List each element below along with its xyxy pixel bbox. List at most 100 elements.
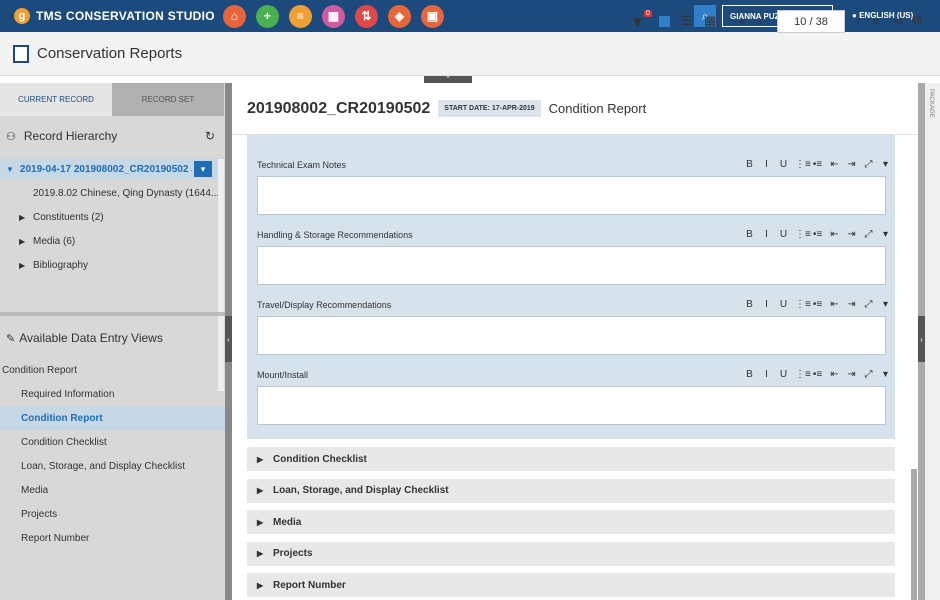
- italic-button[interactable]: I: [761, 299, 772, 310]
- last-record-button[interactable]: »: [872, 13, 879, 28]
- view-item-projects[interactable]: Projects: [0, 502, 225, 526]
- indent-button[interactable]: ⇥: [846, 299, 857, 310]
- caret-right-icon: ▶: [257, 454, 264, 464]
- add-icon[interactable]: +: [255, 4, 279, 28]
- underline-button[interactable]: U: [778, 369, 789, 380]
- outdent-button[interactable]: ⇤: [829, 299, 840, 310]
- expand-icon[interactable]: ⤢: [863, 369, 874, 380]
- view-item-condition-report[interactable]: Condition Report: [0, 406, 225, 430]
- outdent-button[interactable]: ⇤: [829, 159, 840, 170]
- bold-button[interactable]: B: [744, 299, 755, 310]
- italic-button[interactable]: I: [761, 229, 772, 240]
- left-collapse-gutter[interactable]: ‹: [225, 83, 232, 600]
- view-item-condition-checklist[interactable]: Condition Checklist: [0, 430, 225, 454]
- view-root-condition-report[interactable]: Condition Report: [0, 358, 225, 382]
- bullet-list-button[interactable]: •≡: [812, 369, 823, 380]
- tab-record-set[interactable]: RECORD SET: [112, 83, 224, 116]
- package-panel-tab[interactable]: PACKAGE: [925, 83, 940, 600]
- main-scrollbar[interactable]: [911, 469, 917, 600]
- numbered-list-button[interactable]: ⋮≡: [795, 369, 811, 380]
- italic-button[interactable]: I: [761, 369, 772, 380]
- sort-icon[interactable]: ⇅: [354, 4, 378, 28]
- view-item-media[interactable]: Media: [0, 478, 225, 502]
- text-editor[interactable]: [257, 316, 886, 355]
- record-hierarchy-title: Record Hierarchy: [23, 129, 118, 143]
- gallery-icon[interactable]: ▦: [321, 4, 345, 28]
- italic-button[interactable]: I: [761, 159, 772, 170]
- section-report-number[interactable]: ▶ Report Number: [247, 573, 895, 597]
- outdent-button[interactable]: ⇤: [829, 369, 840, 380]
- expand-icon[interactable]: ⤢: [863, 299, 874, 310]
- bullet-list-button[interactable]: •≡: [812, 159, 823, 170]
- tree-item-media[interactable]: ▶ Media (6): [0, 231, 218, 251]
- section-media[interactable]: ▶ Media: [247, 510, 895, 534]
- bullet-list-button[interactable]: •≡: [812, 229, 823, 240]
- language-selector[interactable]: ● ENGLISH (US): [852, 11, 913, 20]
- more-options-icon[interactable]: ▾: [880, 299, 891, 310]
- field-label: Mount/Install: [257, 370, 309, 380]
- home-icon[interactable]: ⌂: [222, 4, 246, 28]
- list-view-icon[interactable]: ☰: [681, 13, 693, 29]
- previous-record-button[interactable]: ‹: [758, 13, 762, 28]
- expand-icon[interactable]: ⤢: [863, 229, 874, 240]
- caret-right-icon: ▶: [257, 549, 264, 558]
- bold-button[interactable]: B: [744, 159, 755, 170]
- underline-button[interactable]: U: [778, 159, 789, 170]
- report-icon: [13, 44, 29, 63]
- tree-selected-record[interactable]: ▼ 2019-04-17 201908002_CR20190502 Jul ▾: [0, 159, 218, 179]
- right-collapse-gutter[interactable]: ›: [918, 83, 925, 600]
- media-icon[interactable]: ▣: [420, 4, 444, 28]
- numbered-list-button[interactable]: ⋮≡: [795, 229, 811, 240]
- more-options-icon[interactable]: ▾: [880, 159, 891, 170]
- section-loan-storage-and-display-checklist[interactable]: ▶ Loan, Storage, and Display Checklist: [247, 478, 895, 503]
- first-record-button[interactable]: «: [739, 13, 746, 28]
- text-editor[interactable]: [257, 246, 886, 285]
- tree-item-constituents[interactable]: ▶ Constituents (2): [0, 207, 218, 227]
- section-projects[interactable]: ▶ Projects: [247, 541, 895, 566]
- numbered-list-button[interactable]: ⋮≡: [795, 159, 811, 170]
- refresh-icon[interactable]: ↻: [205, 129, 215, 143]
- tab-current-record[interactable]: CURRENT RECORD: [0, 83, 112, 116]
- indent-button[interactable]: ⇥: [846, 159, 857, 170]
- record-pager[interactable]: 10 / 38: [777, 10, 845, 33]
- tree-item-bibliography[interactable]: ▶ Bibliography: [0, 255, 218, 275]
- external-link-icon[interactable]: ⧉: [912, 12, 921, 28]
- record-dropdown-button[interactable]: ▾: [194, 161, 212, 177]
- hierarchy-scrollbar[interactable]: [218, 159, 224, 391]
- indent-button[interactable]: ⇥: [846, 369, 857, 380]
- page-header: Conservation Reports: [0, 32, 940, 76]
- outdent-button[interactable]: ⇤: [829, 229, 840, 240]
- numbered-list-button[interactable]: ⋮≡: [795, 299, 811, 310]
- section-label: Loan, Storage, and Display Checklist: [273, 485, 449, 496]
- tree-object[interactable]: 2019.8.02 Chinese, Qing Dynasty (1644...: [0, 183, 218, 203]
- underline-button[interactable]: U: [778, 299, 789, 310]
- more-options-icon[interactable]: ▾: [880, 229, 891, 240]
- bold-button[interactable]: B: [744, 229, 755, 240]
- grid-view-icon[interactable]: ▦: [704, 13, 716, 29]
- layers-icon[interactable]: ◈: [387, 4, 411, 28]
- single-view-icon[interactable]: [659, 16, 670, 27]
- view-item-required-information[interactable]: Required Information: [0, 382, 225, 406]
- next-record-button[interactable]: ›: [856, 13, 860, 28]
- language-label: ENGLISH (US): [859, 11, 914, 20]
- field-label: Technical Exam Notes: [257, 160, 347, 170]
- bold-button[interactable]: B: [744, 369, 755, 380]
- more-options-icon[interactable]: ▾: [880, 369, 891, 380]
- collapse-header-tab[interactable]: ⌃: [424, 76, 472, 83]
- bullet-list-button[interactable]: •≡: [812, 299, 823, 310]
- text-editor[interactable]: [257, 386, 886, 425]
- indent-button[interactable]: ⇥: [846, 229, 857, 240]
- caret-right-icon: ▶: [19, 236, 26, 246]
- filter-icon[interactable]: ▼: [630, 14, 645, 31]
- view-item-loan-storage-and-display-checklist[interactable]: Loan, Storage, and Display Checklist: [0, 454, 225, 478]
- share-icon[interactable]: ⋖: [893, 13, 904, 29]
- expand-icon[interactable]: ⤢: [863, 159, 874, 170]
- document-icon[interactable]: ≡: [288, 4, 312, 28]
- text-editor[interactable]: [257, 176, 886, 215]
- chevron-left-icon[interactable]: ‹: [225, 316, 232, 362]
- underline-button[interactable]: U: [778, 229, 789, 240]
- section-condition-checklist[interactable]: ▶ Condition Checklist: [247, 447, 895, 471]
- chevron-right-icon[interactable]: ›: [918, 316, 925, 362]
- panel-splitter[interactable]: [0, 312, 225, 316]
- view-item-report-number[interactable]: Report Number: [0, 526, 225, 550]
